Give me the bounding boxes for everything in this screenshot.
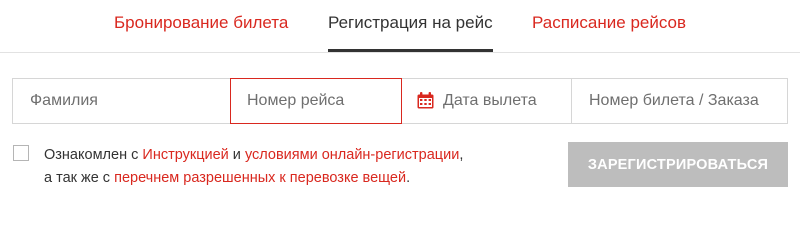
tab-booking[interactable]: Бронирование билета xyxy=(114,12,288,34)
tab-schedule[interactable]: Расписание рейсов xyxy=(532,12,686,34)
instructions-link[interactable]: Инструкцией xyxy=(142,147,228,163)
allowed-items-link[interactable]: перечнем разрешенных к перевозке вещей xyxy=(114,170,406,186)
surname-field-wrapper xyxy=(13,79,230,123)
flight-number-field-wrapper xyxy=(230,78,402,124)
flight-number-input[interactable] xyxy=(231,79,401,123)
agreement-text-part: . xyxy=(406,170,411,186)
surname-input[interactable] xyxy=(13,79,230,123)
agreement-text-part: и xyxy=(228,147,245,163)
check-in-terms-link[interactable]: условиями онлайн-регистрации xyxy=(245,147,459,163)
tab-bar: Бронирование билета Регистрация на рейс … xyxy=(0,0,800,53)
agreement-text-part: Ознакомлен с xyxy=(44,147,143,163)
ticket-number-input[interactable] xyxy=(572,79,787,123)
agreement-text: Ознакомлен с Инструкцией и условиями онл… xyxy=(44,144,544,190)
check-in-form xyxy=(12,78,788,124)
register-button[interactable]: ЗАРЕГИСТРИРОВАТЬСЯ xyxy=(568,142,788,187)
calendar-icon xyxy=(417,92,434,109)
agreement-text-part: а так же с xyxy=(44,170,115,186)
agreement-checkbox[interactable] xyxy=(13,145,29,161)
tab-check-in[interactable]: Регистрация на рейс xyxy=(328,12,493,52)
agreement-text-part: , xyxy=(459,147,464,163)
departure-date-field-wrapper xyxy=(403,79,571,123)
ticket-number-field-wrapper xyxy=(572,79,787,123)
